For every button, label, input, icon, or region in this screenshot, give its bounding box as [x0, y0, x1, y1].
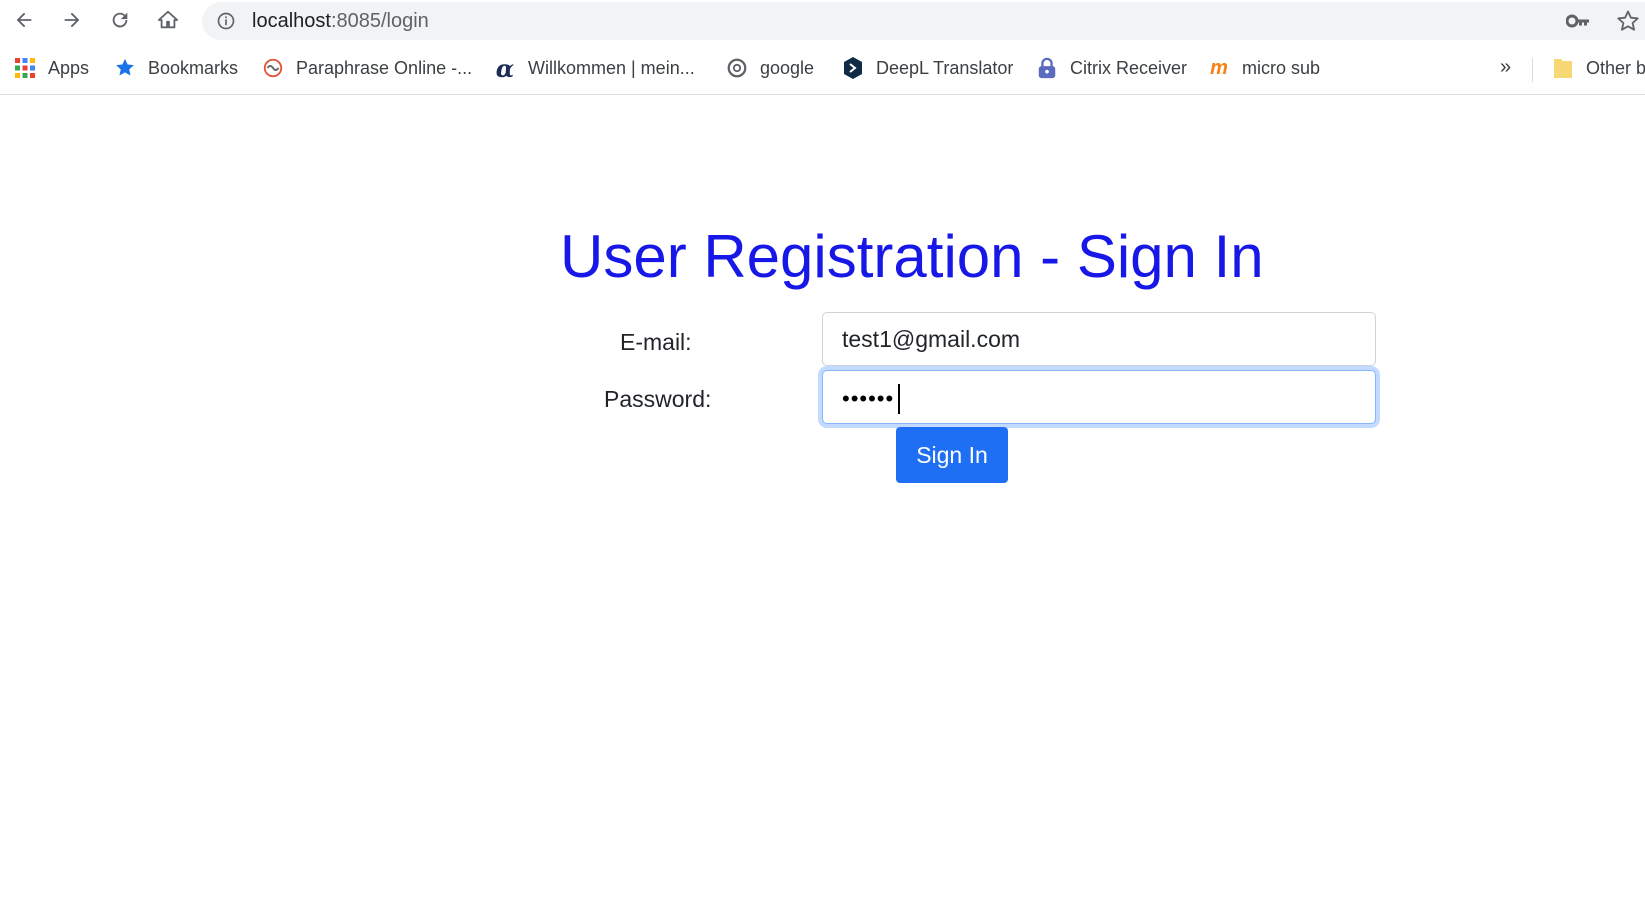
password-label: Password:: [604, 386, 712, 412]
bookmark-apps[interactable]: Apps: [14, 54, 89, 82]
moodle-icon: m: [1210, 56, 1228, 79]
password-masked-value: ••••••: [842, 386, 895, 411]
address-bar[interactable]: localhost:8085/login: [202, 2, 1645, 40]
home-icon: [157, 10, 179, 29]
bookmark-label: Citrix Receiver: [1070, 57, 1188, 78]
bookmark-label: Apps: [48, 57, 90, 78]
star-icon: [114, 57, 136, 79]
text-cursor: [898, 384, 900, 414]
paraphrase-icon: [262, 57, 284, 79]
bookmark-label: DeepL Translator: [876, 57, 1014, 78]
bookmarks-divider: [1532, 58, 1533, 82]
chrome-icon: [726, 57, 748, 79]
home-button[interactable]: [152, 4, 184, 36]
key-icon[interactable]: [1566, 10, 1590, 32]
info-icon[interactable]: [216, 11, 236, 31]
bookmark-bookmarks[interactable]: Bookmarks: [114, 54, 238, 82]
sign-in-button[interactable]: Sign In: [896, 427, 1008, 483]
bookmark-label: Bookmarks: [148, 57, 239, 78]
bookmark-deepl[interactable]: DeepL Translator: [842, 54, 1013, 82]
forward-button[interactable]: [56, 4, 88, 36]
password-input[interactable]: [822, 370, 1376, 424]
bookmark-citrix[interactable]: Citrix Receiver: [1036, 54, 1187, 82]
bookmark-paraphrase-online[interactable]: Paraphrase Online -...: [262, 54, 472, 82]
lock-icon: [1036, 57, 1058, 79]
bookmark-micro-sub[interactable]: m micro sub: [1208, 54, 1320, 82]
page-title: User Registration - Sign In: [560, 223, 1264, 290]
email-label: E-mail:: [620, 329, 692, 355]
url-path: :8085/login: [330, 10, 429, 32]
reload-button[interactable]: [104, 4, 136, 36]
bookmark-willkommen[interactable]: α Willkommen | mein...: [494, 53, 695, 83]
bookmark-label: Paraphrase Online -...: [296, 57, 473, 78]
url-text[interactable]: localhost:8085/login: [252, 10, 429, 32]
alpha-icon: α: [495, 53, 515, 83]
bookmark-label: Other b: [1586, 57, 1645, 78]
back-button[interactable]: [8, 4, 40, 36]
email-input[interactable]: [822, 312, 1376, 366]
url-host: localhost: [252, 10, 331, 32]
deepl-icon: [842, 57, 864, 79]
bookmarks-overflow-button[interactable]: »: [1500, 56, 1511, 79]
bookmark-label: micro sub: [1242, 57, 1321, 78]
bookmark-label: Willkommen | mein...: [528, 57, 695, 78]
bookmarks-bar: Apps Bookmarks Paraphrase Online -... α …: [0, 44, 1645, 95]
reload-icon: [112, 12, 128, 28]
arrow-left-icon: [16, 12, 32, 28]
bookmark-other[interactable]: Other b: [1552, 54, 1645, 82]
bookmark-label: google: [760, 57, 815, 78]
bookmark-google[interactable]: google: [726, 54, 814, 82]
browser-toolbar: localhost:8085/login: [0, 0, 1645, 40]
star-outline-icon[interactable]: [1616, 9, 1640, 33]
folder-icon: [1552, 57, 1574, 79]
apps-grid-icon: [14, 57, 36, 79]
arrow-right-icon: [64, 12, 80, 28]
